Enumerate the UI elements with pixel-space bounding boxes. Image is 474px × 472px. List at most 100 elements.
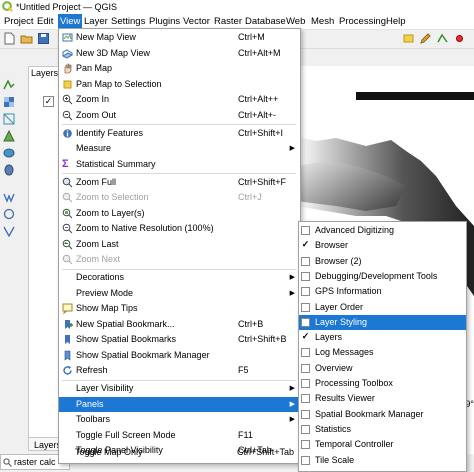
panel-debugging-tools[interactable]: Debugging/Development Tools — [299, 269, 466, 284]
edit-pencil-icon[interactable] — [419, 32, 432, 45]
menu-item-show-spatial-bookmark-manager[interactable]: Show Spatial Bookmark Manager — [59, 348, 300, 364]
menu-item-layer-visibility[interactable]: Layer Visibility ▶ — [59, 381, 300, 397]
menu-help[interactable]: Help — [384, 14, 408, 29]
zoom-last-icon — [62, 239, 73, 249]
panel-browser[interactable]: ✓ Browser — [299, 238, 466, 253]
menu-item-measure[interactable]: Measure ▶ — [59, 141, 300, 157]
add-wms-icon[interactable] — [3, 191, 15, 203]
menu-project[interactable]: Project — [2, 14, 36, 29]
panel-spatial-bookmark-manager[interactable]: Spatial Bookmark Manager — [299, 407, 466, 422]
menu-item-new-spatial-bookmark[interactable]: New Spatial Bookmark... Ctrl+B — [59, 317, 300, 333]
panel-results-viewer[interactable]: Results Viewer — [299, 391, 466, 406]
vertex-tool-icon[interactable] — [453, 32, 466, 45]
bookmark-new-icon — [65, 319, 73, 329]
panel-processing-toolbox[interactable]: Processing Toolbox — [299, 376, 466, 391]
menu-item-show-map-tips[interactable]: Show Map Tips — [59, 301, 300, 317]
checkbox[interactable] — [301, 348, 310, 358]
menu-item-toggle-map-only[interactable]: Toggle Map Only Ctrl+Shift+Tab — [58, 445, 299, 461]
checkbox[interactable] — [301, 440, 310, 450]
menu-item-zoom-to-selection[interactable]: Zoom to Selection Ctrl+J — [59, 190, 300, 206]
menu-item-decorations[interactable]: Decorations ▶ — [59, 270, 300, 286]
menu-item-pan-map-to-selection[interactable]: Pan Map to Selection — [59, 77, 300, 93]
checkmark-icon[interactable]: ✓ — [301, 332, 310, 343]
panel-log-messages[interactable]: Log Messages — [299, 345, 466, 360]
panels-submenu: Advanced Digitizing ✓ Browser Browser (2)… — [298, 221, 467, 472]
menu-item-pan-map[interactable]: Pan Map — [59, 61, 300, 77]
add-delimited-text-icon[interactable] — [3, 130, 15, 142]
add-virtual-layer-icon[interactable] — [3, 225, 15, 237]
panel-overview[interactable]: Overview — [299, 361, 466, 376]
checkbox[interactable] — [301, 379, 310, 388]
checkbox[interactable] — [301, 363, 310, 373]
checkbox[interactable] — [301, 424, 310, 434]
checkbox[interactable] — [301, 394, 310, 404]
panel-tile-scale[interactable]: Tile Scale — [299, 453, 466, 468]
panel-advanced-digitizing[interactable]: Advanced Digitizing — [299, 223, 466, 238]
save-project-icon[interactable] — [37, 32, 50, 45]
menu-raster[interactable]: Raster — [212, 14, 244, 29]
menu-item-identify-features[interactable]: Identify Features Ctrl+Shift+I — [59, 126, 300, 142]
panel-layers[interactable]: ✓ Layers — [299, 330, 466, 345]
menu-item-statistical-summary[interactable]: Σ Statistical Summary — [59, 157, 300, 173]
panel-temporal-controller[interactable]: Temporal Controller — [299, 437, 466, 452]
layer-visibility-checkbox[interactable]: ✓ — [43, 96, 54, 107]
menu-item-zoom-to-layers[interactable]: Zoom to Layer(s) — [59, 206, 300, 222]
add-vector-layer-icon[interactable] — [3, 79, 15, 91]
add-raster-layer-icon[interactable] — [3, 96, 15, 108]
map-view-icon — [62, 33, 73, 42]
checkmark-icon[interactable]: ✓ — [301, 240, 310, 251]
menu-item-panels[interactable]: Panels ▶ — [59, 396, 300, 412]
layers-tab[interactable]: Layers — [28, 437, 61, 451]
panel-gps-information[interactable]: GPS Information — [299, 284, 466, 299]
open-project-icon[interactable] — [20, 32, 33, 45]
panel-layer-order[interactable]: Layer Order — [299, 300, 466, 315]
raster-strip — [356, 92, 474, 100]
menu-processing[interactable]: Processing — [337, 14, 388, 29]
menu-view[interactable]: View — [58, 14, 83, 29]
menu-item-zoom-last[interactable]: Zoom Last — [59, 237, 300, 253]
checkbox[interactable] — [301, 271, 310, 281]
checkbox[interactable] — [301, 287, 310, 297]
menu-database[interactable]: Database — [243, 14, 288, 29]
menu-item-new-map-view[interactable]: New Map View Ctrl+M — [59, 30, 300, 46]
menu-settings[interactable]: Settings — [109, 14, 147, 29]
add-spatialite-icon[interactable] — [3, 147, 15, 159]
panel-browser-2[interactable]: Browser (2) — [299, 254, 466, 269]
submenu-arrow-icon: ▶ — [289, 416, 295, 423]
checkbox[interactable] — [301, 256, 310, 266]
select-icon[interactable] — [402, 32, 415, 45]
panel-layer-styling[interactable]: Layer Styling — [299, 314, 466, 331]
panel-statistics[interactable]: Statistics — [299, 422, 466, 437]
menu-item-zoom-in[interactable]: Zoom In Ctrl+Alt++ — [59, 92, 300, 108]
add-mesh-layer-icon[interactable] — [3, 113, 15, 125]
menu-item-preview-mode[interactable]: Preview Mode ▶ — [59, 286, 300, 302]
menu-plugins[interactable]: Plugins — [147, 14, 182, 29]
new-project-icon[interactable] — [3, 32, 16, 45]
menu-edit[interactable]: Edit — [35, 14, 55, 29]
menu-item-toolbars[interactable]: Toolbars ▶ — [59, 412, 300, 428]
menu-item-new-3d-map-view[interactable]: New 3D Map View Ctrl+Alt+M — [59, 46, 300, 62]
qgis-logo-icon — [2, 1, 13, 12]
zoom-selection-icon — [62, 192, 73, 203]
menu-item-zoom-full[interactable]: Zoom Full Ctrl+Shift+F — [59, 175, 300, 191]
menu-item-zoom-next[interactable]: Zoom Next — [59, 252, 300, 268]
locator-text: raster calc — [14, 457, 56, 467]
digitize-icon[interactable] — [436, 32, 449, 45]
checkbox[interactable] — [301, 226, 310, 235]
menu-item-show-spatial-bookmarks[interactable]: Show Spatial Bookmarks Ctrl+Shift+B — [59, 332, 300, 348]
menu-layer[interactable]: Layer — [82, 14, 110, 29]
checkbox[interactable] — [301, 317, 310, 327]
menu-web[interactable]: Web — [284, 14, 307, 29]
menu-item-toggle-full-screen[interactable]: Toggle Full Screen Mode F11 — [59, 428, 300, 444]
checkbox[interactable] — [301, 302, 310, 312]
menu-mesh[interactable]: Mesh — [309, 14, 336, 29]
menu-item-zoom-native-resolution[interactable]: Zoom to Native Resolution (100%) — [59, 221, 300, 237]
checkbox[interactable] — [301, 455, 310, 465]
menu-item-zoom-out[interactable]: Zoom Out Ctrl+Alt+- — [59, 108, 300, 124]
checkbox[interactable] — [301, 409, 310, 419]
zoom-in-icon — [62, 94, 73, 105]
add-postgis-icon[interactable] — [3, 164, 15, 176]
add-wfs-icon[interactable] — [3, 208, 15, 220]
menu-item-refresh[interactable]: Refresh F5 — [59, 363, 300, 379]
menu-vector[interactable]: Vector — [181, 14, 212, 29]
